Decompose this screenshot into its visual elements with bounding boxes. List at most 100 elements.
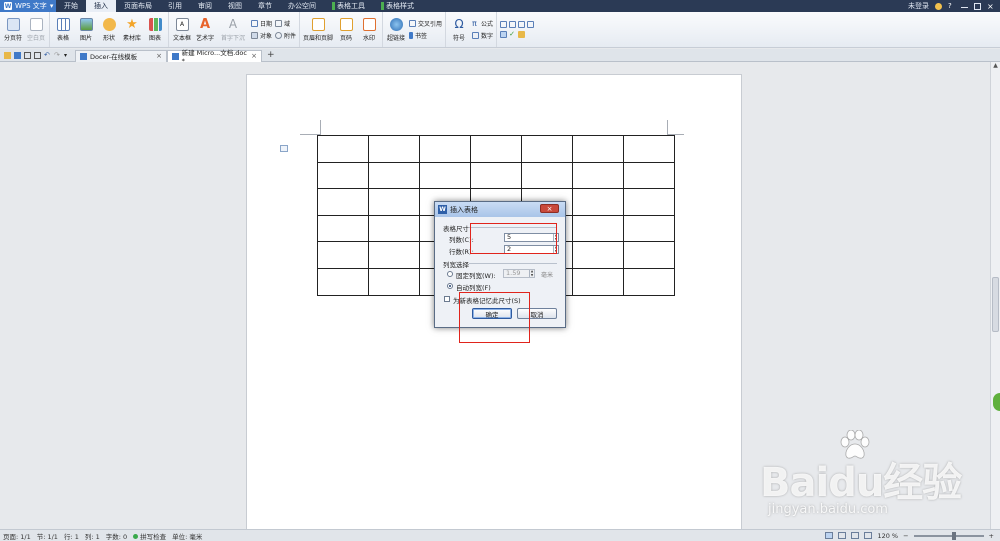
tab-table-tools[interactable]: 表格工具 (324, 0, 373, 12)
table-cell[interactable] (623, 241, 675, 269)
table-cell[interactable] (470, 135, 522, 163)
field-button[interactable]: 域 (275, 19, 296, 28)
table-cell[interactable] (623, 188, 675, 216)
table-cell[interactable] (368, 214, 420, 243)
table-cell[interactable] (317, 135, 369, 163)
zoom-in-icon[interactable]: + (989, 532, 994, 540)
combo-field-icon[interactable] (527, 21, 535, 28)
table-cell[interactable] (572, 241, 624, 269)
open-icon[interactable] (4, 51, 11, 59)
attachment-button[interactable]: 附件 (275, 31, 296, 40)
status-spell[interactable]: 拼写检查 (133, 531, 166, 541)
tab-review[interactable]: 审阅 (190, 0, 220, 12)
tab-references[interactable]: 引用 (160, 0, 190, 12)
login-status[interactable]: 未登录 (908, 1, 929, 11)
print-icon[interactable] (24, 51, 31, 59)
minimize-icon[interactable] (961, 4, 968, 8)
close-icon[interactable]: × (987, 2, 994, 10)
tab-table-style[interactable]: 表格样式 (373, 0, 422, 12)
tab-close-icon[interactable]: × (156, 52, 162, 60)
shape-button[interactable]: 形状 (99, 17, 119, 42)
table-cell[interactable] (623, 267, 675, 296)
table-cell[interactable] (572, 267, 624, 296)
symbol-button[interactable]: Ω 符号 (449, 17, 469, 42)
textbox-button[interactable]: A 文本框 (172, 17, 192, 42)
tab-insert[interactable]: 插入 (86, 0, 116, 12)
table-cell[interactable] (521, 135, 573, 163)
zoom-slider[interactable] (913, 531, 984, 540)
table-cell[interactable] (572, 161, 624, 190)
table-cell[interactable] (317, 161, 369, 190)
watermark-button[interactable]: 水印 (359, 17, 379, 42)
dialog-close-button[interactable]: × (540, 204, 559, 213)
status-words[interactable]: 字数: 0 (106, 531, 127, 541)
check-icon[interactable]: ✓ (509, 31, 516, 38)
page-number-button[interactable]: 页码 (336, 17, 356, 42)
table-cell[interactable] (368, 161, 420, 190)
new-tab-button[interactable]: + (262, 50, 280, 60)
vertical-scrollbar[interactable]: ▲ (990, 62, 1000, 529)
table-cell[interactable] (572, 135, 624, 163)
date-button[interactable]: 日期 (251, 19, 272, 28)
table-button[interactable]: 表格 (53, 17, 73, 42)
preview-icon[interactable] (34, 51, 41, 59)
tab-chapter[interactable]: 章节 (250, 0, 280, 12)
formula-button[interactable]: π 公式 (472, 19, 493, 29)
table-cell[interactable] (317, 214, 369, 243)
picture-button[interactable]: 图片 (76, 17, 96, 42)
tab-new-document[interactable]: 新建 Micro...文档.doc * × (167, 49, 262, 65)
page-break-button[interactable]: 分页符 (3, 17, 23, 42)
table-cell[interactable] (368, 135, 420, 163)
remember-size-checkbox[interactable] (444, 296, 450, 302)
table-cell[interactable] (623, 135, 675, 163)
unit-select[interactable]: 毫米 (541, 270, 553, 279)
app-menu-button[interactable]: W WPS 文字 ▾ (0, 0, 56, 12)
redo-icon[interactable]: ↷ (54, 51, 61, 59)
side-assistant-icon[interactable] (993, 393, 1000, 411)
save-icon[interactable] (14, 51, 21, 59)
tab-view[interactable]: 视图 (220, 0, 250, 12)
auto-width-radio[interactable] (447, 283, 453, 289)
status-unit[interactable]: 单位: 毫米 (172, 531, 202, 541)
outline-view-icon[interactable] (838, 532, 847, 539)
page-view-icon[interactable] (825, 532, 834, 539)
tab-close-icon[interactable]: × (251, 52, 257, 60)
maximize-icon[interactable] (974, 2, 981, 10)
fixed-width-radio[interactable] (447, 271, 453, 277)
object-button[interactable]: 对象 (251, 31, 272, 40)
table-cell[interactable] (521, 161, 573, 190)
list-field-icon[interactable] (509, 21, 517, 28)
tab-home[interactable]: 开始 (56, 0, 86, 12)
tab-office-space[interactable]: 办公空间 (280, 0, 324, 12)
customize-icon[interactable]: ▾ (64, 52, 71, 59)
bookmark-button[interactable]: 书签 (409, 31, 442, 40)
zoom-level[interactable]: 120 % (877, 532, 898, 540)
table-cell[interactable] (419, 161, 471, 190)
material-button[interactable]: ★ 素材库 (122, 18, 142, 42)
table-cell[interactable] (317, 241, 369, 269)
table-cell[interactable] (572, 188, 624, 216)
tab-docer-templates[interactable]: Docer-在线模板 × (75, 49, 167, 62)
header-footer-button[interactable]: 页眉和页脚 (303, 17, 333, 42)
table-cell[interactable] (623, 214, 675, 243)
zoom-slider-handle[interactable] (951, 531, 956, 540)
help-icon[interactable]: ? (948, 2, 955, 10)
number-button[interactable]: 数字 (472, 31, 493, 40)
table-cell[interactable] (317, 188, 369, 216)
reading-view-icon[interactable] (864, 532, 873, 539)
table-cell[interactable] (368, 188, 420, 216)
table-cell[interactable] (317, 267, 369, 296)
table-anchor-icon[interactable] (280, 145, 288, 152)
zoom-out-icon[interactable]: − (903, 532, 908, 540)
lock-icon[interactable] (518, 31, 526, 38)
blank-page-button[interactable]: 空白页 (26, 17, 46, 42)
table-cell[interactable] (623, 161, 675, 190)
table-cell[interactable] (419, 135, 471, 163)
skin-icon[interactable] (935, 2, 942, 10)
table-cell[interactable] (470, 161, 522, 190)
table-cell[interactable] (368, 267, 420, 296)
drop-cap-button[interactable]: A 首字下沉 (218, 17, 248, 42)
table-cell[interactable] (572, 214, 624, 243)
cross-ref-button[interactable]: 交叉引用 (409, 19, 442, 28)
checkbox-field-icon[interactable] (518, 21, 526, 28)
